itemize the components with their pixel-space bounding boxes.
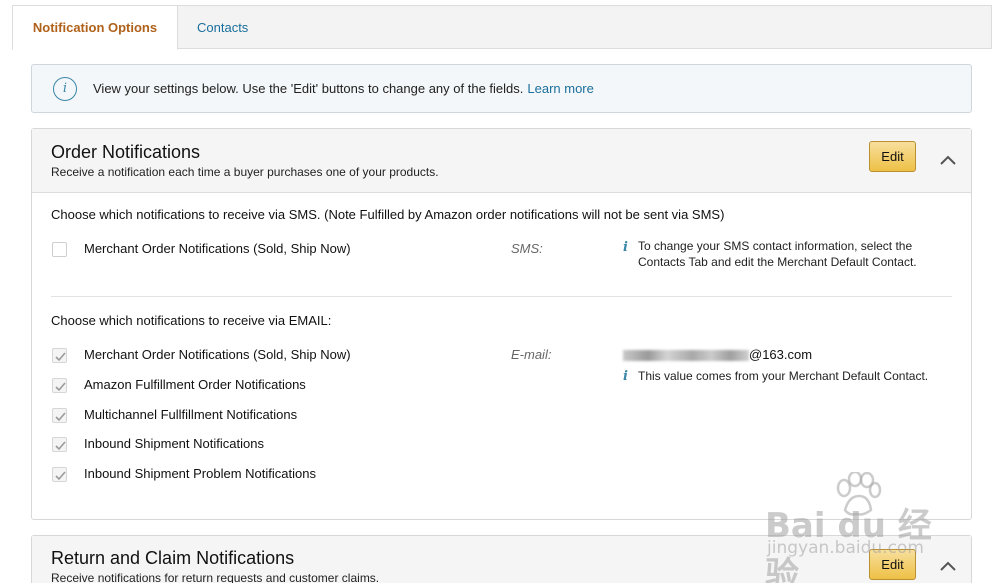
return-claim-panel: Return and Claim Notifications Receive n… [31, 535, 972, 583]
sms-note: To change your SMS contact information, … [638, 238, 917, 270]
tab-notification-options[interactable]: Notification Options [12, 5, 178, 50]
tab-contacts[interactable]: Contacts [197, 5, 248, 50]
panel-title: Return and Claim Notifications [51, 548, 295, 568]
chevron-up-icon[interactable] [937, 149, 959, 171]
email-address-redacted [623, 350, 749, 361]
info-message: View your settings below. Use the 'Edit'… [93, 81, 524, 96]
order-notifications-panel: Order Notifications Receive a notificati… [31, 128, 972, 520]
email-checkbox[interactable] [52, 378, 67, 393]
email-option-label: Inbound Shipment Problem Notifications [84, 466, 316, 481]
sms-note-line1: To change your SMS contact information, … [638, 239, 913, 253]
info-icon: i [53, 76, 77, 101]
info-small-icon: i [623, 369, 628, 384]
email-field-label: E-mail: [511, 347, 552, 362]
info-text: View your settings below. Use the 'Edit'… [93, 81, 594, 96]
chevron-up-icon[interactable] [937, 555, 959, 577]
email-checkbox[interactable] [52, 467, 67, 482]
edit-button[interactable]: Edit [869, 141, 916, 172]
sms-field-label: SMS: [511, 241, 543, 256]
return-claim-header: Return and Claim Notifications Receive n… [32, 536, 971, 583]
email-option-label: Merchant Order Notifications (Sold, Ship… [84, 347, 351, 362]
email-heading: Choose which notifications to receive vi… [51, 313, 332, 328]
email-checkbox[interactable] [52, 408, 67, 423]
panel-title: Order Notifications [51, 142, 201, 162]
info-banner: i View your settings below. Use the 'Edi… [31, 64, 972, 113]
email-option-label: Inbound Shipment Notifications [84, 436, 264, 451]
tab-bar: Notification Options Contacts [12, 5, 992, 50]
sms-heading: Choose which notifications to receive vi… [51, 207, 725, 222]
section-divider [51, 296, 952, 297]
panel-subtitle: Receive a notification each time a buyer… [51, 165, 439, 179]
order-notifications-header: Order Notifications Receive a notificati… [32, 129, 971, 193]
email-option-label: Amazon Fulfillment Order Notifications [84, 377, 306, 392]
email-note: This value comes from your Merchant Defa… [638, 369, 929, 383]
info-small-icon: i [623, 240, 628, 255]
panel-subtitle: Receive notifications for return request… [51, 571, 380, 583]
email-option-label: Multichannel Fullfillment Notifications [84, 407, 298, 422]
edit-button[interactable]: Edit [869, 549, 916, 580]
learn-more-link[interactable]: Learn more [527, 81, 593, 96]
sms-note-line2: Contacts Tab and edit the Merchant Defau… [638, 255, 917, 269]
sms-option-label: Merchant Order Notifications (Sold, Ship… [84, 241, 351, 256]
email-address-domain: @163.com [749, 347, 813, 362]
email-checkbox[interactable] [52, 348, 67, 363]
email-checkbox[interactable] [52, 437, 67, 452]
sms-checkbox[interactable] [52, 242, 67, 257]
